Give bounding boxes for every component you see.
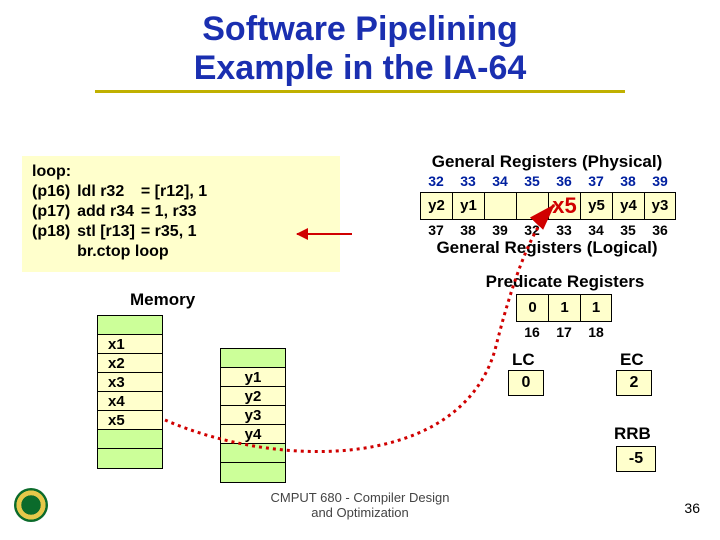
- code-table: loop: (p16) ldl r32 = [r12], 1 (p17) add…: [32, 162, 213, 262]
- log-34: 34: [580, 222, 612, 238]
- mem-y1: y1: [221, 368, 285, 387]
- pr-1: 1: [548, 294, 580, 322]
- code-block: loop: (p16) ldl r32 = [r12], 1 (p17) add…: [22, 156, 340, 272]
- code-l1c2: = [r12], 1: [141, 182, 213, 202]
- pred-num-row: 16 17 18: [516, 324, 612, 340]
- memory-x-stack: x1 x2 x3 x4 x5: [97, 315, 163, 469]
- pr-0: 0: [516, 294, 548, 322]
- phys-34: 34: [484, 173, 516, 189]
- slide-title: Software Pipelining Example in the IA-64: [0, 0, 720, 88]
- gr-2: [484, 192, 516, 220]
- code-l2c1: add r34: [77, 202, 141, 222]
- title-underline: [95, 90, 625, 93]
- phys-37: 37: [580, 173, 612, 189]
- phys-33: 33: [452, 173, 484, 189]
- log-33: 33: [548, 222, 580, 238]
- mem-x2: x2: [98, 354, 162, 373]
- footer-line1: CMPUT 680 - Compiler Design: [271, 490, 450, 505]
- mem-blank: [98, 449, 162, 468]
- log-36: 36: [644, 222, 676, 238]
- title-line-1: Software Pipelining: [202, 10, 517, 48]
- lc-label: LC: [512, 350, 535, 370]
- title-line-2: Example in the IA-64: [194, 49, 527, 87]
- gr-6: y4: [612, 192, 644, 220]
- pred-16: 16: [516, 324, 548, 340]
- mem-x3: x3: [98, 373, 162, 392]
- university-logo: [14, 488, 48, 522]
- phys-39: 39: [644, 173, 676, 189]
- phys-35: 35: [516, 173, 548, 189]
- code-l1c1: ldl r32: [77, 182, 141, 202]
- code-l0c0: loop:: [32, 162, 77, 182]
- mem-blank: [221, 463, 285, 482]
- ec-label: EC: [620, 350, 644, 370]
- pr-2: 1: [580, 294, 612, 322]
- pred-17: 17: [548, 324, 580, 340]
- phys-num-row: 32 33 34 35 36 37 38 39: [420, 173, 676, 189]
- rrb-val: -5: [616, 446, 656, 472]
- mem-blank: [98, 430, 162, 449]
- page-number: 36: [684, 500, 700, 516]
- rrb-label: RRB: [614, 424, 651, 444]
- gr-5: y5: [580, 192, 612, 220]
- log-38: 38: [452, 222, 484, 238]
- log-35: 35: [612, 222, 644, 238]
- footer-line2: and Optimization: [311, 505, 409, 520]
- gr-1: y1: [452, 192, 484, 220]
- mem-blank: [221, 349, 285, 368]
- phys-36: 36: [548, 173, 580, 189]
- red-arrow-code: [297, 233, 352, 235]
- mem-y3: y3: [221, 406, 285, 425]
- mem-blank: [98, 316, 162, 335]
- genreg-cells: y2 y1 x5 y5 y4 y3: [420, 192, 676, 220]
- code-l3c1: stl [r13]: [77, 222, 141, 242]
- mem-x1: x1: [98, 335, 162, 354]
- gr-4: x5: [548, 192, 580, 220]
- ec-val: 2: [616, 370, 652, 396]
- code-l2c0: (p17): [32, 202, 77, 222]
- code-l4c1: br.ctop loop: [77, 242, 213, 262]
- gr-7: y3: [644, 192, 676, 220]
- mem-x5: x5: [98, 411, 162, 430]
- code-l1c0: (p16): [32, 182, 77, 202]
- code-l3c0: (p18): [32, 222, 77, 242]
- mem-y2: y2: [221, 387, 285, 406]
- log-39: 39: [484, 222, 516, 238]
- pred-18: 18: [580, 324, 612, 340]
- genreg-log-header: General Registers (Logical): [392, 238, 702, 258]
- gr-3: [516, 192, 548, 220]
- log-37: 37: [420, 222, 452, 238]
- log-32: 32: [516, 222, 548, 238]
- code-l3c2: = r35, 1: [141, 222, 213, 242]
- memory-label: Memory: [130, 290, 195, 310]
- footer: CMPUT 680 - Compiler Design and Optimiza…: [0, 490, 720, 520]
- gr-0: y2: [420, 192, 452, 220]
- pred-header: Predicate Registers: [455, 272, 675, 292]
- mem-y4: y4: [221, 425, 285, 444]
- lc-val: 0: [508, 370, 544, 396]
- pred-cells: 0 1 1: [516, 294, 612, 322]
- code-l2c2: = 1, r33: [141, 202, 213, 222]
- log-num-row: 37 38 39 32 33 34 35 36: [420, 222, 676, 238]
- phys-38: 38: [612, 173, 644, 189]
- genreg-phys-header: General Registers (Physical): [392, 152, 702, 172]
- memory-y-stack: y1 y2 y3 y4: [220, 348, 286, 483]
- phys-32: 32: [420, 173, 452, 189]
- mem-blank: [221, 444, 285, 463]
- mem-x4: x4: [98, 392, 162, 411]
